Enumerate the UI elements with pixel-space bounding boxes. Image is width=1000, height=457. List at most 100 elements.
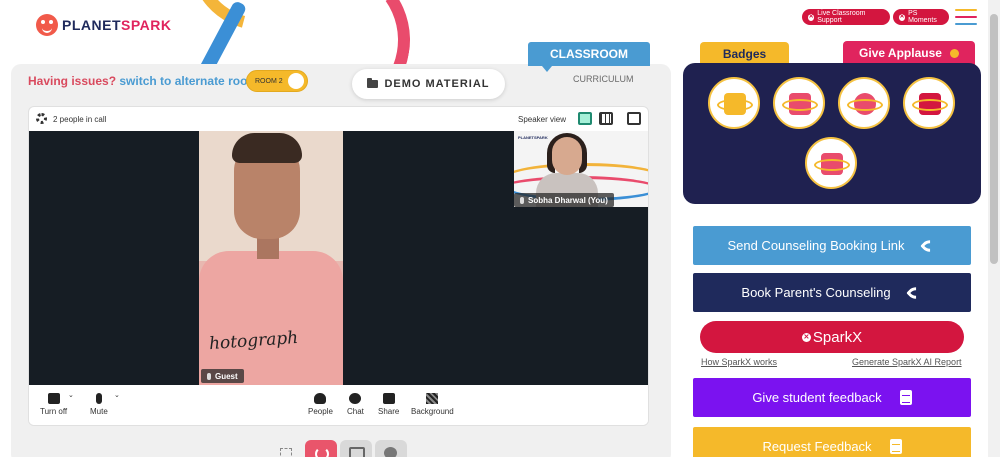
how-sparkx-works-link[interactable]: How SparkX works: [701, 357, 777, 367]
support-icon: ✕: [808, 13, 815, 21]
guest-name: Guest: [215, 371, 238, 381]
document-icon: [899, 390, 912, 405]
teacher-background-logo: PLANETSPARK: [518, 135, 548, 140]
generate-report-link[interactable]: Generate SparkX AI Report: [852, 357, 962, 367]
page-root: PLANETSPARK ✕ Live Classroom Support ✕ P…: [0, 0, 1000, 457]
issue-label: Having issues?: [28, 74, 117, 88]
teacher-video-tile: PLANETSPARK Sobha Dharwal (You): [514, 131, 648, 207]
teacher-name: Sobha Dharwal (You): [528, 195, 608, 205]
people-button[interactable]: People: [308, 393, 333, 416]
share-icon: [382, 393, 395, 404]
alternate-room-link[interactable]: switch to alternate room: [119, 74, 258, 88]
menu-button[interactable]: [955, 9, 977, 27]
request-feedback-label: Request Feedback: [762, 439, 872, 454]
badge-ring: [814, 159, 850, 171]
mute-button[interactable]: Mute ⌄: [90, 392, 120, 416]
moments-icon: ✕: [899, 13, 906, 21]
room-label: ROOM 2: [255, 77, 283, 85]
teacher-name-tag: Sobha Dharwal (You): [514, 193, 614, 207]
guest-video-tile: hotograph Guest: [199, 131, 343, 385]
document-icon: [889, 439, 902, 454]
mic-icon: [95, 393, 102, 404]
mic-icon: [207, 372, 211, 380]
logo-text: PLANETSPARK: [62, 17, 172, 33]
chat-label: Chat: [347, 407, 364, 416]
book-parent-counseling-button[interactable]: Book Parent's Counseling: [693, 273, 971, 312]
menu-line-icon: [955, 23, 977, 25]
live-classroom-support-button[interactable]: ✕ Live Classroom Support: [802, 9, 890, 25]
palette-button[interactable]: [375, 440, 407, 457]
background-label: Background: [411, 407, 454, 416]
video-stage: hotograph Guest PLANETSPARK Sobha Dharwa…: [29, 131, 648, 385]
badge-ring: [782, 99, 818, 111]
phone-icon: [919, 235, 940, 256]
background-button[interactable]: Background: [411, 393, 454, 416]
people-label: People: [308, 407, 333, 416]
video-topbar: 2 people in call Speaker view: [29, 107, 648, 131]
student-feedback-label: Give student feedback: [752, 390, 882, 405]
camera-label: Turn off: [40, 407, 68, 416]
badge-ring: [847, 99, 883, 111]
scrollbar-thumb[interactable]: [990, 14, 998, 264]
page-scrollbar[interactable]: [988, 0, 1000, 457]
clap-icon: [949, 48, 959, 58]
expand-button[interactable]: [270, 440, 302, 457]
badge-ring: [912, 99, 948, 111]
applause-label: Give Applause: [859, 46, 942, 60]
support-label: Live Classroom Support: [817, 10, 866, 24]
speaker-view-label: Speaker view: [518, 115, 567, 124]
background-icon: [426, 393, 439, 404]
tab-classroom[interactable]: CLASSROOM: [528, 42, 650, 72]
video-call-window: 2 people in call Speaker view hotograph …: [28, 106, 649, 426]
badge-trophy[interactable]: [708, 77, 760, 129]
toggle-knob: [288, 73, 304, 89]
grid-view-icon[interactable]: [599, 112, 613, 125]
badge-meditation[interactable]: [838, 77, 890, 129]
alternate-room-notice: Having issues? switch to alternate room: [28, 74, 258, 88]
counseling-link-label: Send Counseling Booking Link: [727, 238, 905, 253]
planetspark-logo[interactable]: PLANETSPARK: [36, 14, 171, 36]
menu-line-icon: [955, 9, 977, 11]
give-applause-button[interactable]: Give Applause: [843, 41, 975, 65]
share-button[interactable]: Share: [378, 393, 399, 416]
sparkx-label: SparkX: [812, 328, 863, 346]
guest-shirt: [199, 251, 343, 385]
chevron-down-icon[interactable]: ⌄: [114, 391, 120, 399]
speaker-view-icon[interactable]: [578, 112, 592, 125]
video-controls-bar: Turn off ⌄ Mute ⌄ People Chat Share Back…: [29, 385, 648, 425]
badge-hands[interactable]: [773, 77, 825, 129]
camera-icon: [47, 393, 60, 404]
phone-icon: [905, 282, 926, 303]
badge-robot[interactable]: [805, 137, 857, 189]
room-toggle[interactable]: ROOM 2: [246, 70, 308, 92]
chat-icon: [349, 393, 362, 404]
picture-in-picture-icon[interactable]: [627, 112, 641, 125]
share-label: Share: [378, 407, 400, 416]
demo-material-button[interactable]: DEMO MATERIAL: [352, 69, 505, 99]
guest-name-tag: Guest: [201, 369, 244, 383]
people-count: 2 people in call: [53, 115, 107, 124]
parent-counseling-label: Book Parent's Counseling: [741, 285, 891, 300]
mic-icon: [520, 196, 524, 204]
gear-icon[interactable]: [36, 113, 47, 124]
sparkx-icon: ✕: [801, 332, 811, 342]
moments-label: PS Moments: [908, 10, 937, 24]
tab-curriculum[interactable]: CURRICULUM: [573, 74, 634, 84]
camera-toggle-button[interactable]: Turn off ⌄: [40, 392, 74, 416]
menu-line-icon: [955, 16, 977, 18]
ps-moments-button[interactable]: ✕ PS Moments: [893, 9, 949, 25]
teacher-face: [552, 137, 582, 175]
give-student-feedback-button[interactable]: Give student feedback: [693, 378, 971, 417]
chat-button[interactable]: Chat: [347, 393, 364, 416]
guest-hair: [232, 133, 302, 163]
mute-label: Mute: [90, 407, 108, 416]
send-counseling-link-button[interactable]: Send Counseling Booking Link: [693, 226, 971, 265]
power-button[interactable]: [305, 440, 337, 457]
request-feedback-button[interactable]: Request Feedback: [693, 427, 971, 457]
whiteboard-button[interactable]: [340, 440, 372, 457]
badge-idea[interactable]: [903, 77, 955, 129]
demo-material-label: DEMO MATERIAL: [384, 78, 490, 90]
chevron-down-icon[interactable]: ⌄: [68, 391, 74, 399]
sparkx-button[interactable]: ✕ SparkX: [700, 321, 964, 353]
logo-mascot-icon: [36, 14, 58, 36]
